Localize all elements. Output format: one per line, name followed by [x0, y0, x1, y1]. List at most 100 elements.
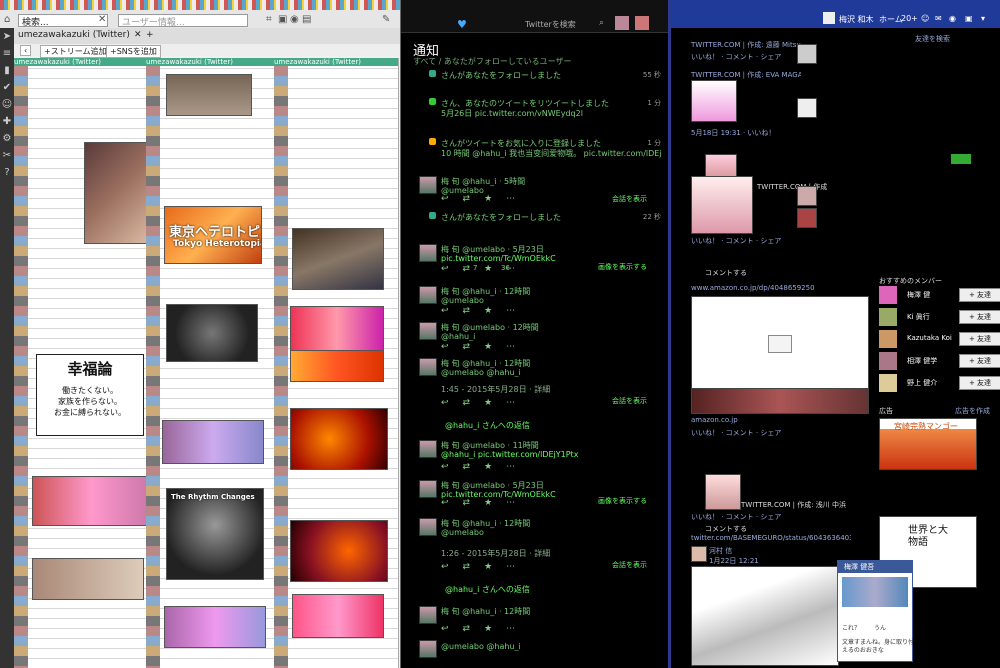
tweet-text[interactable]: 10 時間 @hahu_i 我也当变间爱物哦。 pic.twitter.com/… [441, 148, 661, 159]
person-name[interactable]: Kazutaka Koi [907, 334, 952, 342]
tweet-author[interactable]: 梅 旬 @hahu_i · 12時間 [441, 606, 661, 617]
add-friend-button[interactable]: + 友達 [959, 332, 1000, 346]
column-title[interactable]: umezawakazuki (Twitter) [14, 58, 146, 66]
tab-umezawakazuki[interactable]: umezawakazuki (Twitter) [18, 30, 130, 40]
messages-icon[interactable]: ✉ [935, 14, 942, 23]
tweet-image[interactable] [84, 142, 146, 244]
link-domain[interactable]: amazon.co.jp [691, 416, 791, 424]
post-timestamp[interactable]: 1月22日 12:21 [709, 556, 789, 566]
tweet-image[interactable] [166, 304, 258, 362]
avatar[interactable] [419, 176, 437, 194]
comment-field[interactable]: コメントする [705, 268, 825, 278]
like-comment-share[interactable]: いいね！ · コメント · シェア [691, 428, 831, 438]
nav-back-icon[interactable]: ‹ [20, 45, 32, 56]
chat-window[interactable]: 梅澤 健吾 これ？ うん 文章すまんね。身に取り付 えるのおおきな [837, 560, 914, 662]
user-name[interactable]: 梅沢 和木 [839, 14, 874, 25]
avatar[interactable] [419, 358, 437, 376]
globe-icon[interactable]: ◉ [949, 14, 956, 23]
avatar[interactable] [419, 244, 437, 262]
avatar[interactable] [419, 518, 437, 536]
link-url[interactable]: twitter.com/BASEMEGURO/status/6043636403… [691, 534, 851, 542]
avatar[interactable] [879, 374, 897, 392]
analytics-icon[interactable]: ▮ [0, 65, 14, 79]
tweet-mention[interactable]: @hahu_i [441, 332, 661, 341]
tweet-image[interactable] [290, 520, 388, 582]
tweet-image[interactable] [162, 420, 264, 464]
rhythm-changes-image[interactable]: The Rhythm Changes [166, 488, 264, 580]
home-icon[interactable]: ⌂ [4, 14, 10, 25]
profile-avatar[interactable] [823, 12, 835, 24]
post-photo[interactable] [691, 566, 839, 666]
tweet-link[interactable]: @hahu_i pic.twitter.com/lDEjY1Ptx [441, 450, 661, 459]
twitter-search-input[interactable]: Twitterを検索 [525, 19, 576, 30]
image-icon[interactable]: ▣ [278, 14, 287, 25]
show-conversation-link[interactable]: 会話を表示 [612, 194, 647, 204]
tweet-actions[interactable]: ↩⇄★⋯ [441, 194, 529, 204]
avatar[interactable] [419, 286, 437, 304]
ticker-avatar[interactable] [797, 186, 817, 206]
profile-avatar[interactable] [615, 16, 629, 30]
notification-filter[interactable]: すべて / あなたがフォローしているユーザー [413, 56, 572, 67]
search-input[interactable]: 検索... [18, 14, 108, 28]
add-friend-button[interactable]: + 友達 [959, 376, 1000, 390]
tweet-mention[interactable]: @umelabo @hahu_i [441, 368, 661, 377]
ticker-avatar[interactable] [797, 98, 817, 118]
chevron-down-icon[interactable]: ▾ [981, 14, 985, 23]
lock-icon[interactable]: ▤ [302, 14, 311, 25]
feed-source[interactable]: TWITTER.COM | 作成: 浅川 中浜 [741, 500, 851, 510]
add-sns-button[interactable]: +SNSを追加 [106, 45, 161, 58]
feed-source[interactable]: TWITTER.COM | 作成: 遠藤 Mitsukaze [691, 40, 801, 50]
tweet-image[interactable] [32, 476, 146, 526]
tweet-timestamp[interactable]: 1:45 - 2015年5月28日 · 詳細 [441, 384, 661, 395]
avatar[interactable] [879, 352, 897, 370]
contacts-icon[interactable]: ☺ [0, 99, 14, 113]
tweet-actions[interactable]: ↩⇄★⋯ [441, 562, 529, 572]
ticker-avatar[interactable] [797, 44, 817, 64]
tweet-actions[interactable]: ↩⇄★⋯ [441, 342, 529, 352]
person-name[interactable]: 相澤 健学 [907, 356, 937, 366]
post-author[interactable]: 河村 信 [709, 546, 789, 556]
column-title[interactable]: umezawakazuki (Twitter) [274, 58, 398, 66]
compose-icon[interactable]: ✎ [382, 14, 390, 25]
column-title[interactable]: umezawakazuki (Twitter) [146, 58, 274, 66]
tweet-image[interactable] [290, 408, 388, 470]
post-timestamp[interactable]: 5月18日 19:31 · いいね！ [691, 128, 801, 138]
home-link[interactable]: ホーム [879, 14, 903, 25]
reply-link[interactable]: @hahu_i さんへの返信 [445, 584, 661, 595]
tweet-image[interactable] [292, 594, 384, 638]
chat-image[interactable] [842, 577, 908, 607]
person-name[interactable]: 梅澤 健 [907, 290, 930, 300]
tab-close-icon[interactable]: ✕ [134, 30, 142, 40]
post-photo[interactable] [705, 474, 741, 510]
tweet-actions[interactable]: ↩⇄★⋯ [441, 498, 529, 508]
add-friend-button[interactable]: + 友達 [959, 310, 1000, 324]
like-comment-share[interactable]: いいね！ · コメント · シェア [691, 236, 831, 246]
assignments-icon[interactable]: ✔ [0, 82, 14, 96]
like-comment-share[interactable]: いいね！ · コメント · シェア [691, 512, 831, 522]
show-image-link[interactable]: 画像を表示する [598, 496, 647, 506]
settings-icon[interactable]: ⚙ [0, 133, 14, 147]
create-ad-link[interactable]: 広告を作成 [955, 406, 1000, 416]
tweet-timestamp[interactable]: 1:26 - 2015年5月28日 · 詳細 [441, 548, 661, 559]
ticker-avatar[interactable] [797, 208, 817, 228]
add-stream-button[interactable]: +ストリーム追加 [40, 45, 111, 58]
avatar[interactable] [879, 286, 897, 304]
post-photo[interactable] [691, 80, 737, 122]
link-preview[interactable] [691, 296, 869, 390]
help-icon[interactable]: ? [0, 167, 14, 181]
apps-icon[interactable]: ✚ [0, 116, 14, 130]
streams-icon[interactable]: ≡ [0, 48, 14, 62]
avatar[interactable] [419, 640, 437, 658]
add-friend-button[interactable]: + 友達 [959, 288, 1000, 302]
heterotopia-image[interactable]: 東京ヘテロトピア Tokyo Heterotopia [164, 206, 262, 264]
compose-tweet-button[interactable] [635, 16, 649, 30]
chat-title[interactable]: 梅澤 健吾 [838, 561, 912, 573]
tweet-image[interactable] [290, 350, 384, 382]
friends-icon[interactable]: ☺ [921, 14, 929, 23]
ad-image[interactable]: 宮崎完熟マンゴー [879, 418, 977, 470]
tweet-mention[interactable]: @umelabo [441, 296, 661, 305]
tweet-text[interactable]: 5月26日 pic.twitter.com/vNWEydq2l [441, 108, 661, 119]
tweet-mention[interactable]: @umelabo @hahu_i [441, 642, 661, 651]
tweet-image[interactable] [32, 558, 144, 600]
location-icon[interactable]: ◉ [290, 14, 299, 25]
